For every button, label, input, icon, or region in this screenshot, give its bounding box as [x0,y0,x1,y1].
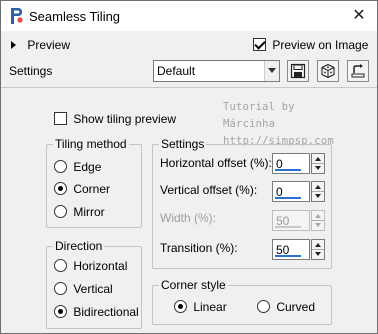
spin-arrows[interactable] [311,181,325,202]
preview-on-image-label: Preview on Image [272,37,369,52]
spin-up-icon[interactable] [315,157,321,161]
tutorial-watermark: Tutorial by Márcinha http://simpsp.com [223,99,343,150]
direction-vertical-option[interactable]: Vertical [54,281,113,297]
chevron-down-icon [268,68,276,73]
vertical-offset-label: Vertical offset (%): [160,183,258,197]
checkbox-box[interactable] [54,112,67,126]
spin-divider [312,220,324,221]
spin-down-icon[interactable] [315,252,321,256]
slider-track[interactable] [275,197,301,199]
radio-button[interactable] [54,282,67,296]
preview-on-image-checkbox[interactable]: Preview on Image [253,37,368,52]
dialog-window: Seamless Tiling ✕ Preview Preview on Ima… [0,0,378,334]
settings-label: Settings [9,64,53,78]
close-icon: ✕ [352,7,366,24]
transition-input[interactable]: 50 [272,239,310,260]
radio-button[interactable] [257,300,270,314]
tiling-corner-label: Corner [73,181,111,196]
horizontal-offset-input[interactable]: 0 [272,153,310,174]
expand-triangle-icon [11,40,16,49]
tiling-edge-option[interactable]: Edge [54,159,101,175]
radio-button[interactable] [54,160,67,174]
transition-label: Transition (%): [160,241,238,255]
width-input: 50 [272,210,310,231]
corner-linear-option[interactable]: Linear [174,299,227,315]
spin-divider [312,163,324,164]
corner-curved-label: Curved [276,299,316,314]
spin-down-icon[interactable] [315,194,321,198]
checkbox-box[interactable] [253,38,266,52]
direction-bidirectional-option[interactable]: Bidirectional [54,304,139,320]
vertical-offset-spinner[interactable]: 0 [272,181,326,202]
close-button[interactable]: ✕ [349,6,369,26]
radio-button[interactable] [54,259,67,273]
slider-track [275,226,301,228]
width-label: Width (%): [160,211,217,225]
transition-spinner[interactable]: 50 [272,239,326,260]
spin-divider [312,249,324,250]
tiling-method-title: Tiling method [53,137,129,151]
offset-settings-title: Settings [159,137,207,151]
direction-vertical-label: Vertical [73,281,113,296]
radio-button[interactable] [54,305,67,319]
corner-curved-option[interactable]: Curved [257,299,315,315]
spin-up-icon[interactable] [315,185,321,189]
tiling-mirror-label: Mirror [73,204,105,219]
radio-button[interactable] [54,205,67,219]
window-title: Seamless Tiling [29,9,121,24]
dropdown-button[interactable] [264,61,279,81]
tiling-corner-option[interactable]: Corner [54,181,110,197]
title-bar: Seamless Tiling ✕ [1,1,377,31]
spin-arrows[interactable] [311,239,325,260]
horizontal-offset-spinner[interactable]: 0 [272,153,326,174]
settings-dropdown-value: Default [157,64,196,78]
slider-track[interactable] [275,169,301,171]
direction-title: Direction [53,239,105,253]
direction-horizontal-label: Horizontal [73,258,128,273]
tiling-mirror-option[interactable]: Mirror [54,204,105,220]
paintshop-app-icon [8,7,24,25]
spin-arrows[interactable] [311,153,325,174]
spin-down-icon[interactable] [315,166,321,170]
spin-up-icon [315,214,321,218]
spin-up-icon[interactable] [315,243,321,247]
tiling-edge-label: Edge [73,159,102,174]
preview-expander[interactable]: Preview [11,37,70,53]
settings-dropdown[interactable]: Default [153,60,280,82]
slider-track[interactable] [275,255,301,257]
direction-bidirectional-label: Bidirectional [73,304,139,319]
width-spinner: 50 [272,210,326,231]
horizontal-offset-label: Horizontal offset (%): [160,156,272,170]
watermark-line-1: Tutorial by Márcinha [223,101,295,130]
vertical-offset-input[interactable]: 0 [272,181,310,202]
spin-divider [312,191,324,192]
spin-arrows [311,210,325,231]
randomize-button[interactable] [317,60,339,82]
corner-style-title: Corner style [159,278,228,292]
preview-label: Preview [27,37,71,52]
spin-down-icon [315,223,321,227]
reset-button[interactable] [347,60,369,82]
show-tiling-preview-checkbox[interactable]: Show tiling preview [54,111,176,126]
radio-button[interactable] [54,182,67,196]
radio-button[interactable] [174,300,187,314]
corner-linear-label: Linear [193,299,227,314]
direction-horizontal-option[interactable]: Horizontal [54,258,127,274]
show-tiling-preview-label: Show tiling preview [73,111,177,126]
save-preset-button[interactable] [287,60,309,82]
